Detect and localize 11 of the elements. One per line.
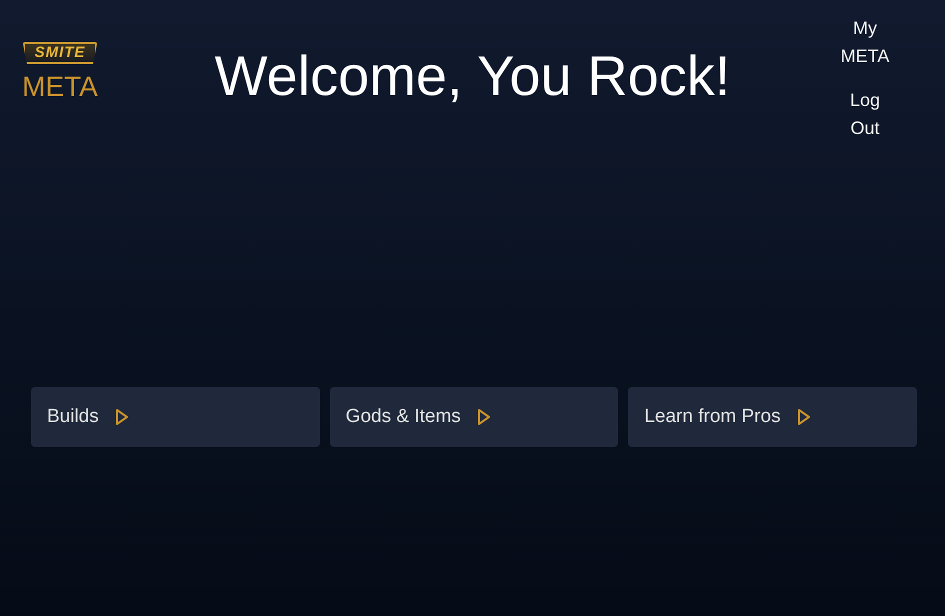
play-icon [116, 409, 128, 425]
nav-link[interactable]: My META [840, 14, 890, 70]
nav-link[interactable]: Log Out [850, 86, 880, 142]
menu-card-button[interactable]: Learn from Pros [628, 387, 918, 447]
logo-badge[interactable]: SMITE [22, 42, 98, 64]
play-icon [798, 409, 810, 425]
welcome-heading: Welcome, You Rock! [214, 43, 732, 109]
menu-card-button[interactable]: Builds [31, 387, 320, 447]
play-icon [478, 409, 490, 425]
menu-card-button[interactable]: Gods & Items [330, 387, 618, 447]
logo-subtitle: META [22, 70, 98, 104]
